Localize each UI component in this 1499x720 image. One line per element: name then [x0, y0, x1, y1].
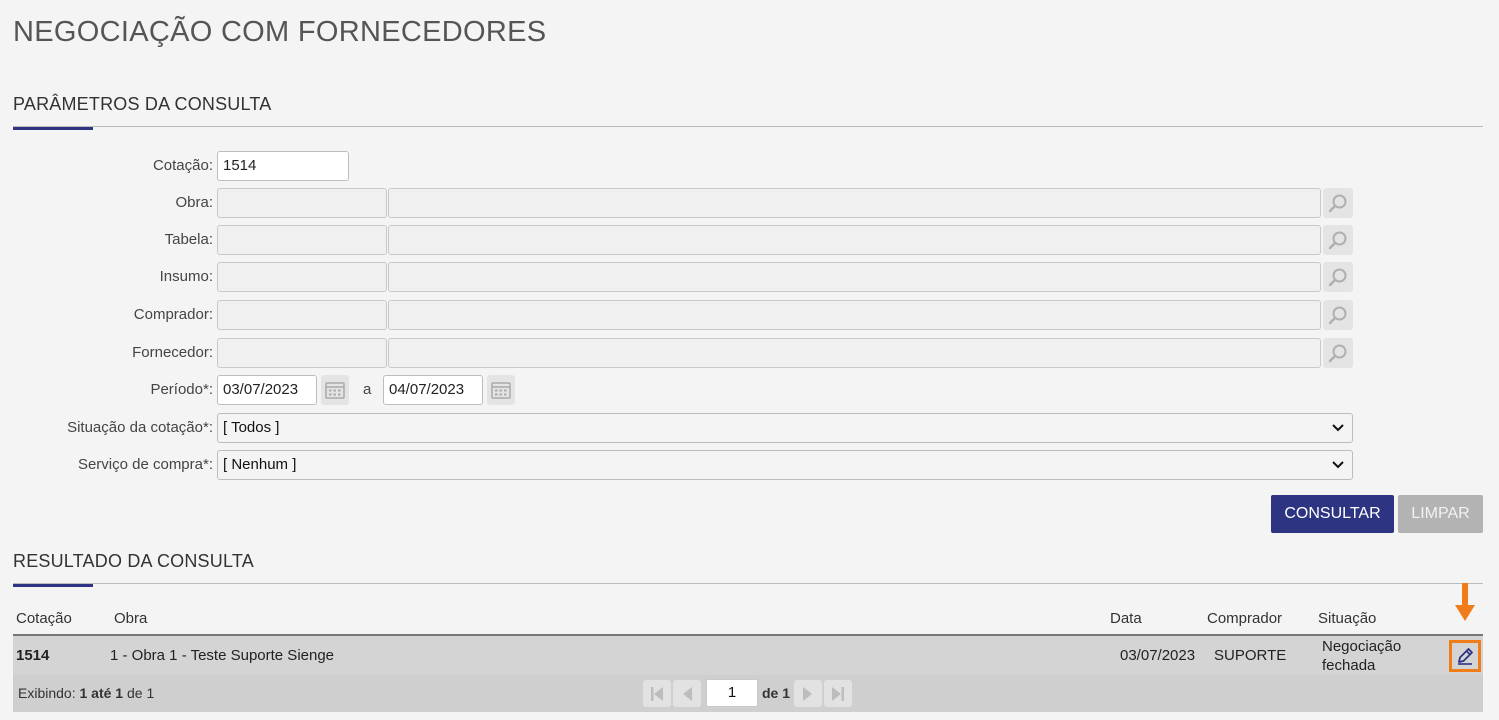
- comprador-label: Comprador:: [133, 306, 213, 323]
- last-page-icon: [832, 686, 844, 701]
- tabela-search-button[interactable]: [1323, 225, 1353, 255]
- page-number-input[interactable]: 1: [706, 679, 758, 707]
- col-header-obra[interactable]: Obra: [114, 610, 147, 627]
- consultar-button[interactable]: CONSULTAR: [1271, 495, 1394, 533]
- next-page-icon: [803, 686, 812, 701]
- cotacao-input[interactable]: 1514: [217, 151, 349, 181]
- periodo-separator: a: [363, 381, 372, 398]
- cotacao-row: Cotação: 1514: [0, 151, 360, 181]
- search-icon: [1328, 231, 1347, 250]
- obra-label: Obra:: [175, 194, 213, 211]
- params-section-header: PARÂMETROS DA CONSULTA: [13, 94, 1483, 130]
- insumo-row: Insumo:: [0, 262, 1360, 292]
- records-de: de: [126, 685, 143, 701]
- col-header-cotacao[interactable]: Cotação: [16, 610, 72, 627]
- obra-name-input[interactable]: [388, 188, 1321, 218]
- results-heading: RESULTADO DA CONSULTA: [13, 551, 254, 571]
- calendar-icon: [491, 382, 511, 399]
- situacao-select[interactable]: [ Todos ]: [217, 413, 1353, 443]
- edit-button[interactable]: [1449, 640, 1481, 672]
- cell-situacao-line2: fechada: [1322, 657, 1376, 674]
- table-footer: Exibindo: 1 até 1 de 1 1 de 1: [13, 675, 1483, 712]
- pencil-icon: [1458, 648, 1473, 665]
- limpar-button[interactable]: LIMPAR: [1398, 495, 1483, 533]
- params-heading: PARÂMETROS DA CONSULTA: [13, 94, 272, 114]
- divider: [13, 126, 1483, 127]
- records-from: 1: [79, 685, 88, 701]
- tabela-code-input[interactable]: [217, 225, 387, 255]
- records-ate: até: [91, 685, 112, 701]
- periodo-label: Período*:: [150, 381, 213, 398]
- heading-accent: [13, 127, 93, 130]
- chevron-down-icon: [1332, 461, 1344, 469]
- records-prefix: Exibindo:: [18, 685, 76, 701]
- obra-search-button[interactable]: [1323, 188, 1353, 218]
- records-to: 1: [115, 685, 124, 701]
- search-icon: [1328, 306, 1347, 325]
- periodo-start-calendar-button[interactable]: [321, 375, 349, 405]
- records-summary: Exibindo: 1 até 1 de 1: [18, 685, 154, 701]
- situacao-selected-value: [ Todos ]: [223, 419, 280, 436]
- insumo-label: Insumo:: [159, 268, 213, 285]
- prev-page-button[interactable]: [673, 680, 701, 707]
- fornecedor-search-button[interactable]: [1323, 338, 1353, 368]
- insumo-name-input[interactable]: [388, 262, 1321, 292]
- search-icon: [1328, 194, 1347, 213]
- table-row[interactable]: 1514 1 - Obra 1 - Teste Suporte Sienge 0…: [13, 636, 1483, 675]
- insumo-code-input[interactable]: [217, 262, 387, 292]
- heading-accent: [13, 584, 93, 587]
- tabela-row: Tabela:: [0, 225, 1360, 255]
- next-page-button[interactable]: [794, 680, 822, 707]
- fornecedor-label: Fornecedor:: [132, 344, 213, 361]
- search-icon: [1328, 344, 1347, 363]
- col-header-situacao[interactable]: Situação: [1318, 610, 1376, 627]
- arrow-down-icon: [1455, 583, 1475, 621]
- page-title: NEGOCIAÇÃO COM FORNECEDORES: [13, 16, 547, 48]
- cell-obra: 1 - Obra 1 - Teste Suporte Sienge: [110, 647, 335, 664]
- obra-row: Obra:: [0, 188, 1360, 218]
- chevron-down-icon: [1332, 424, 1344, 432]
- prev-page-icon: [683, 686, 692, 701]
- first-page-button[interactable]: [643, 680, 671, 707]
- comprador-code-input[interactable]: [217, 300, 387, 330]
- last-page-button[interactable]: [824, 680, 852, 707]
- situacao-row: Situação da cotação*: [ Todos ]: [0, 413, 1360, 443]
- comprador-search-button[interactable]: [1323, 300, 1353, 330]
- cell-situacao-line1: Negociação: [1322, 638, 1402, 655]
- col-header-comprador[interactable]: Comprador: [1207, 610, 1282, 627]
- first-page-icon: [651, 686, 663, 701]
- comprador-name-input[interactable]: [388, 300, 1321, 330]
- tabela-label: Tabela:: [164, 231, 213, 248]
- records-total: 1: [146, 685, 155, 701]
- cell-comprador: SUPORTE: [1214, 647, 1287, 664]
- fornecedor-row: Fornecedor:: [0, 338, 1360, 368]
- cotacao-label: Cotação:: [152, 157, 213, 174]
- page-count-label: de 1: [762, 685, 791, 701]
- col-header-data[interactable]: Data: [1110, 610, 1142, 627]
- divider: [13, 583, 1483, 584]
- cell-cotacao: 1514: [16, 647, 50, 664]
- servico-label: Serviço de compra*:: [77, 456, 213, 473]
- periodo-start-input[interactable]: 03/07/2023: [217, 375, 317, 405]
- servico-select[interactable]: [ Nenhum ]: [217, 450, 1353, 480]
- search-icon: [1328, 268, 1347, 287]
- periodo-end-input[interactable]: 04/07/2023: [383, 375, 483, 405]
- periodo-end-calendar-button[interactable]: [487, 375, 515, 405]
- results-section-header: RESULTADO DA CONSULTA: [13, 551, 1483, 587]
- servico-selected-value: [ Nenhum ]: [223, 456, 297, 473]
- fornecedor-code-input[interactable]: [217, 338, 387, 368]
- tabela-name-input[interactable]: [388, 225, 1321, 255]
- comprador-row: Comprador:: [0, 300, 1360, 330]
- cell-data: 03/07/2023: [1120, 647, 1196, 664]
- calendar-icon: [325, 382, 345, 399]
- situacao-label: Situação da cotação*:: [67, 419, 213, 436]
- servico-row: Serviço de compra*: [ Nenhum ]: [0, 450, 1360, 480]
- periodo-row: Período*: 03/07/2023 a 04/07/2023: [0, 375, 520, 405]
- insumo-search-button[interactable]: [1323, 262, 1353, 292]
- obra-code-input[interactable]: [217, 188, 387, 218]
- cell-situacao: Negociação fechada: [1322, 637, 1401, 675]
- fornecedor-name-input[interactable]: [388, 338, 1321, 368]
